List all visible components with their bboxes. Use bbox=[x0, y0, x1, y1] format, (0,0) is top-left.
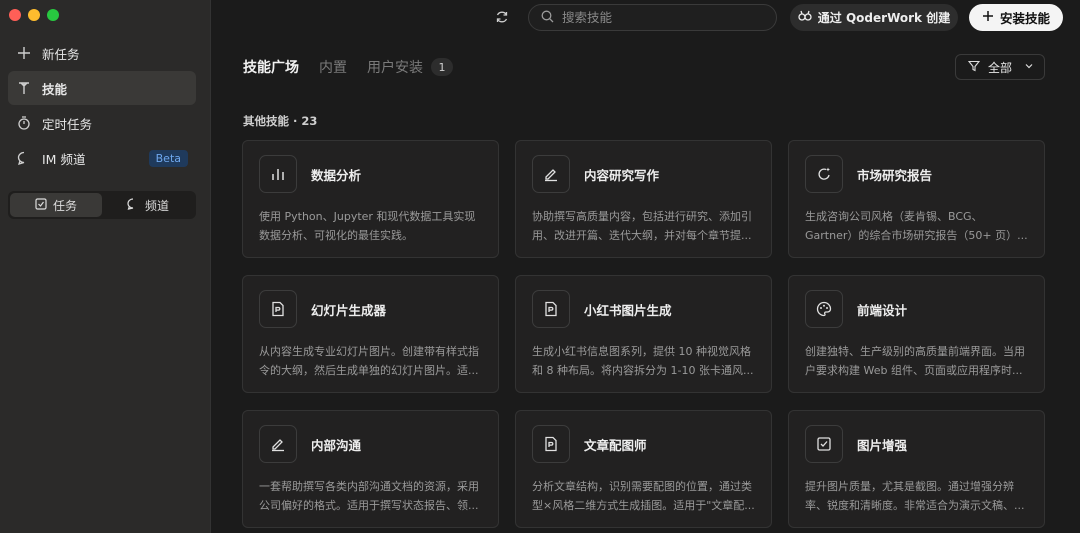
search-icon bbox=[541, 8, 554, 27]
timer-icon bbox=[16, 115, 32, 131]
refresh-icon bbox=[495, 9, 509, 28]
sidebar-item-label: 技能 bbox=[42, 81, 68, 97]
skill-card-title: 前端设计 bbox=[857, 302, 908, 318]
search-bar[interactable] bbox=[528, 4, 777, 31]
skill-card-description: 分析文章结构，识别需要配图的位置，通过类型×风格二维方式生成插图。适用于"文章配… bbox=[532, 480, 755, 512]
sidebar-nav: 新任务 技能 定时任务 IM 频道 Beta bbox=[8, 36, 196, 176]
tab-builtin[interactable]: 内置 bbox=[319, 57, 347, 77]
skill-card-title: 文章配图师 bbox=[584, 437, 647, 453]
skill-card-xiaohongshu-images[interactable]: 小红书图片生成 生成小红书信息图系列，提供 10 种视觉风格和 8 种布局。将内… bbox=[515, 275, 772, 393]
section-title: 其他技能 · 23 bbox=[243, 114, 318, 128]
skill-card-description: 协助撰写高质量内容，包括进行研究、添加引用、改进开篇、迭代大纲，并对每个章节提.… bbox=[532, 210, 752, 242]
chat-icon bbox=[16, 150, 32, 166]
qoderwork-logo-icon bbox=[798, 9, 812, 26]
skill-card-description: 使用 Python、Jupyter 和现代数据工具实现数据分析、可视化的最佳实践… bbox=[259, 210, 476, 242]
plus-icon bbox=[982, 10, 994, 25]
bar-chart-icon bbox=[259, 155, 297, 193]
window-controls bbox=[9, 9, 59, 21]
skill-icon bbox=[16, 80, 32, 96]
skill-card-description: 一套帮助撰写各类内部沟通文档的资源，采用公司偏好的格式。适用于撰写状态报告、领.… bbox=[259, 480, 479, 512]
sidebar-item-skills[interactable]: 技能 bbox=[8, 71, 196, 105]
skill-card-slide-generator[interactable]: 幻灯片生成器 从内容生成专业幻灯片图片。创建带有样式指令的大纲，然后生成单独的幻… bbox=[242, 275, 499, 393]
tab-tasks-label: 任务 bbox=[52, 198, 77, 213]
sidebar-item-new-task[interactable]: 新任务 bbox=[8, 36, 196, 70]
document-icon bbox=[532, 290, 570, 328]
install-label: 安装技能 bbox=[999, 11, 1050, 26]
skill-card-description: 生成咨询公司风格（麦肯锡、BCG、Gartner）的综合市场研究报告（50+ 页… bbox=[805, 210, 1028, 242]
skill-card-description: 生成小红书信息图系列，提供 10 种视觉风格和 8 种布局。将内容拆分为 1-1… bbox=[532, 345, 754, 377]
document-icon bbox=[259, 290, 297, 328]
document-icon bbox=[532, 425, 570, 463]
chevron-down-icon bbox=[1024, 60, 1034, 74]
skill-card-title: 幻灯片生成器 bbox=[311, 302, 387, 318]
sidebar-item-label: IM 频道 bbox=[42, 151, 86, 167]
skill-card-market-research[interactable]: 市场研究报告 生成咨询公司风格（麦肯锡、BCG、Gartner）的综合市场研究报… bbox=[788, 140, 1045, 258]
skill-card-frontend-design[interactable]: 前端设计 创建独特、生产级别的高质量前端界面。当用户要求构建 Web 组件、页面… bbox=[788, 275, 1045, 393]
skill-card-title: 内部沟通 bbox=[311, 437, 362, 453]
sidebar-item-im-channels[interactable]: IM 频道 Beta bbox=[8, 141, 196, 175]
skill-card-title: 数据分析 bbox=[311, 167, 362, 183]
filter-dropdown[interactable]: 全部 bbox=[955, 54, 1045, 80]
sparkle-refresh-icon bbox=[805, 155, 843, 193]
skill-card-title: 市场研究报告 bbox=[857, 167, 933, 183]
install-skill-button[interactable]: 安装技能 bbox=[969, 4, 1063, 31]
skill-card-article-illustrator[interactable]: 文章配图师 分析文章结构，识别需要配图的位置，通过类型×风格二维方式生成插图。适… bbox=[515, 410, 772, 528]
skill-card-image-enhance[interactable]: 图片增强 提升图片质量，尤其是截图。通过增强分辨率、锐度和清晰度。非常适合为演示… bbox=[788, 410, 1045, 528]
skill-card-title: 内容研究写作 bbox=[584, 167, 660, 183]
tab-channels[interactable]: 频道 bbox=[102, 193, 194, 217]
filter-icon bbox=[967, 60, 981, 75]
refresh-button[interactable] bbox=[492, 8, 512, 28]
plus-icon bbox=[16, 45, 32, 61]
sidebar-item-scheduled-tasks[interactable]: 定时任务 bbox=[8, 106, 196, 140]
skill-card-description: 创建独特、生产级别的高质量前端界面。当用户要求构建 Web 组件、页面或应用程序… bbox=[805, 345, 1025, 377]
checkbox-icon bbox=[805, 425, 843, 463]
palette-icon bbox=[805, 290, 843, 328]
skill-tabs: 技能广场 内置 用户安装 1 bbox=[243, 57, 453, 77]
search-input[interactable] bbox=[562, 10, 752, 25]
sidebar-item-label: 定时任务 bbox=[42, 116, 93, 132]
chat-icon bbox=[127, 197, 139, 213]
filter-label: 全部 bbox=[988, 60, 1013, 75]
close-window-button[interactable] bbox=[9, 9, 21, 21]
skill-card-grid: 数据分析 使用 Python、Jupyter 和现代数据工具实现数据分析、可视化… bbox=[242, 140, 1046, 528]
tab-skill-market[interactable]: 技能广场 bbox=[243, 57, 299, 77]
pen-icon bbox=[532, 155, 570, 193]
skill-card-description: 提升图片质量，尤其是截图。通过增强分辨率、锐度和清晰度。非常适合为演示文稿、..… bbox=[805, 480, 1025, 512]
skill-card-description: 从内容生成专业幻灯片图片。创建带有样式指令的大纲，然后生成单独的幻灯片图片。适.… bbox=[259, 345, 479, 377]
sidebar-item-label: 新任务 bbox=[42, 46, 80, 62]
tab-tasks[interactable]: 任务 bbox=[10, 193, 102, 217]
tab-channels-label: 频道 bbox=[144, 198, 169, 213]
minimize-window-button[interactable] bbox=[28, 9, 40, 21]
checkbox-icon bbox=[35, 197, 47, 213]
pen-icon bbox=[259, 425, 297, 463]
beta-badge: Beta bbox=[148, 149, 188, 167]
user-installed-count-badge: 1 bbox=[431, 58, 453, 76]
skill-card-content-writing[interactable]: 内容研究写作 协助撰写高质量内容，包括进行研究、添加引用、改进开篇、迭代大纲，并… bbox=[515, 140, 772, 258]
skill-card-title: 小红书图片生成 bbox=[584, 302, 672, 318]
tab-user-installed[interactable]: 用户安装 bbox=[367, 57, 423, 77]
task-channel-toggle: 任务 频道 bbox=[8, 191, 196, 219]
skill-card-title: 图片增强 bbox=[857, 437, 908, 453]
skill-card-internal-comms[interactable]: 内部沟通 一套帮助撰写各类内部沟通文档的资源，采用公司偏好的格式。适用于撰写状态… bbox=[242, 410, 499, 528]
sidebar: 新任务 技能 定时任务 IM 频道 Beta 任务 频道 bbox=[0, 0, 211, 533]
skill-card-data-analysis[interactable]: 数据分析 使用 Python、Jupyter 和现代数据工具实现数据分析、可视化… bbox=[242, 140, 499, 258]
create-label: 通过 QoderWork 创建 bbox=[817, 11, 951, 25]
zoom-window-button[interactable] bbox=[47, 9, 59, 21]
create-with-qoderwork-button[interactable]: 通过 QoderWork 创建 bbox=[790, 4, 958, 31]
